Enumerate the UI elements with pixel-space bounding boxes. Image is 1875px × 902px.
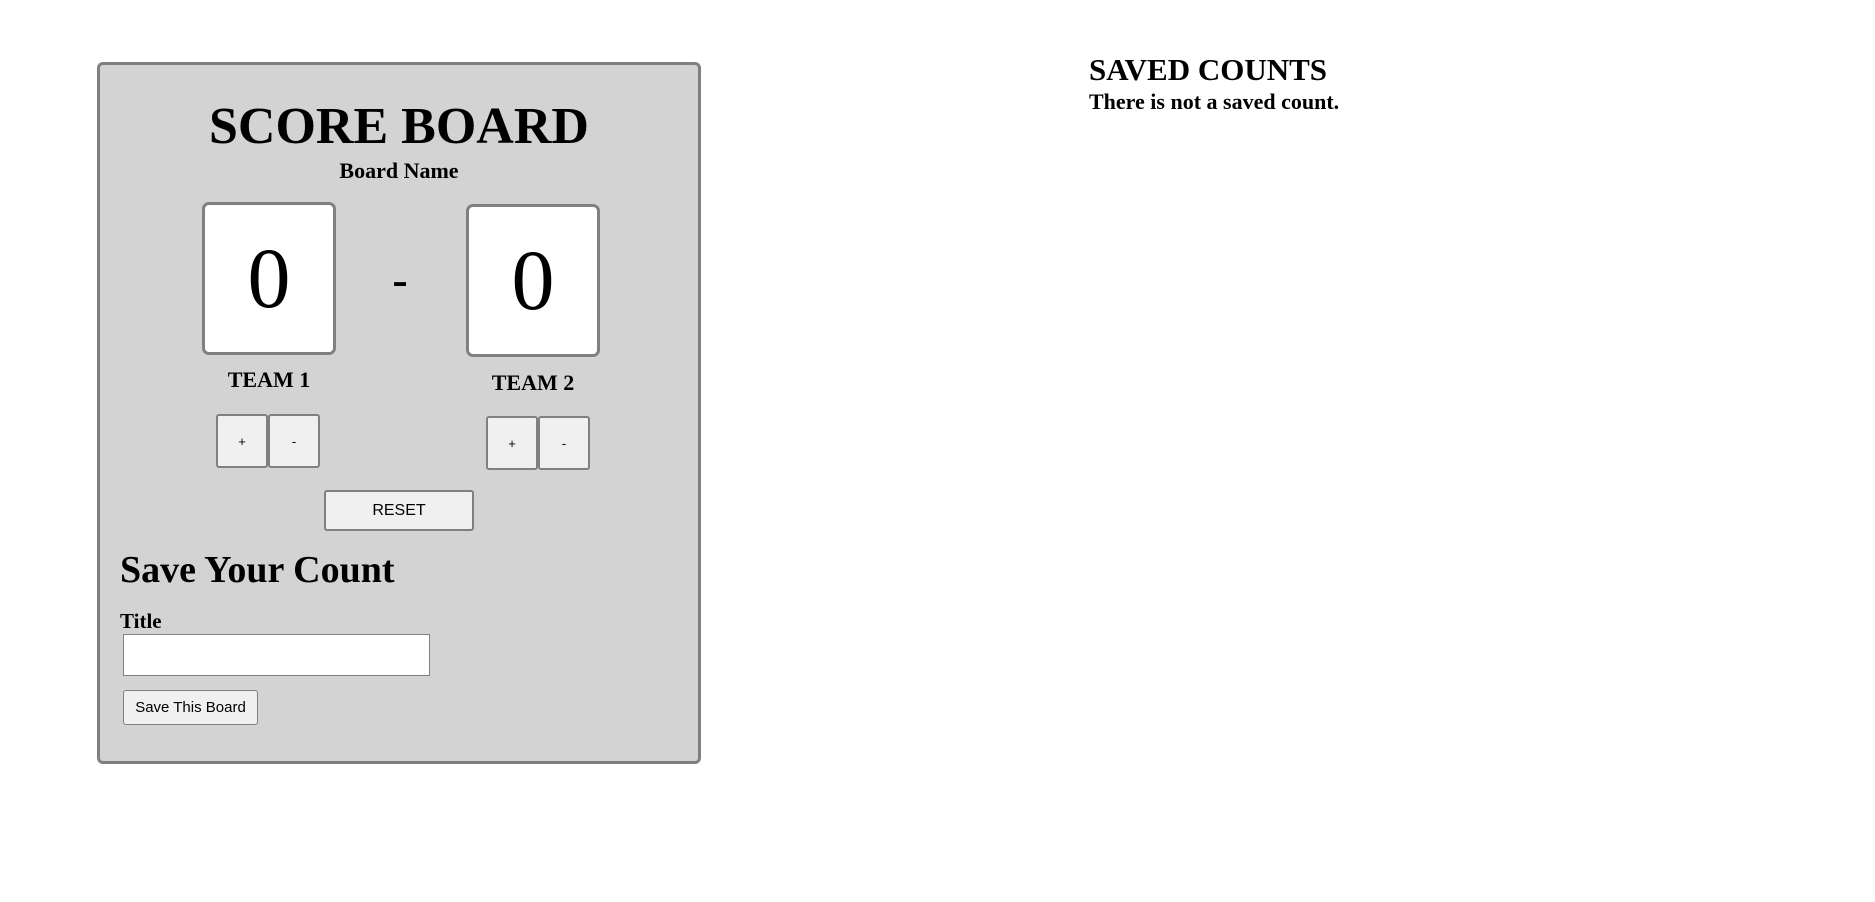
team-1-label: TEAM 1 (227, 367, 311, 392)
page: SCORE BOARD Board Name 0 - 0 TEAM 1 TEAM… (0, 0, 1875, 902)
team-1-decrement-button[interactable]: - (268, 414, 320, 468)
score-separator: - (392, 254, 408, 305)
team-2-controls: + - (486, 416, 590, 470)
team-2-label: TEAM 2 (491, 370, 575, 395)
team-2-decrement-button[interactable]: - (538, 416, 590, 470)
reset-button[interactable]: RESET (324, 490, 474, 531)
scoreboard-title: SCORE BOARD (209, 98, 589, 155)
save-count-heading: Save Your Count (120, 549, 395, 591)
team-2-score: 0 (466, 204, 600, 357)
team-1-score: 0 (202, 202, 336, 355)
scoreboard-panel: SCORE BOARD Board Name 0 - 0 TEAM 1 TEAM… (97, 62, 701, 764)
team-1-increment-button[interactable]: + (216, 414, 268, 468)
saved-counts-empty-message: There is not a saved count. (1089, 89, 1340, 114)
board-name: Board Name (339, 158, 459, 183)
title-label: Title (120, 609, 162, 633)
save-board-button[interactable]: Save This Board (123, 690, 258, 725)
team-1-controls: + - (216, 414, 320, 468)
team-2-increment-button[interactable]: + (486, 416, 538, 470)
title-input[interactable] (123, 634, 430, 676)
saved-counts-heading: SAVED COUNTS (1089, 52, 1328, 87)
